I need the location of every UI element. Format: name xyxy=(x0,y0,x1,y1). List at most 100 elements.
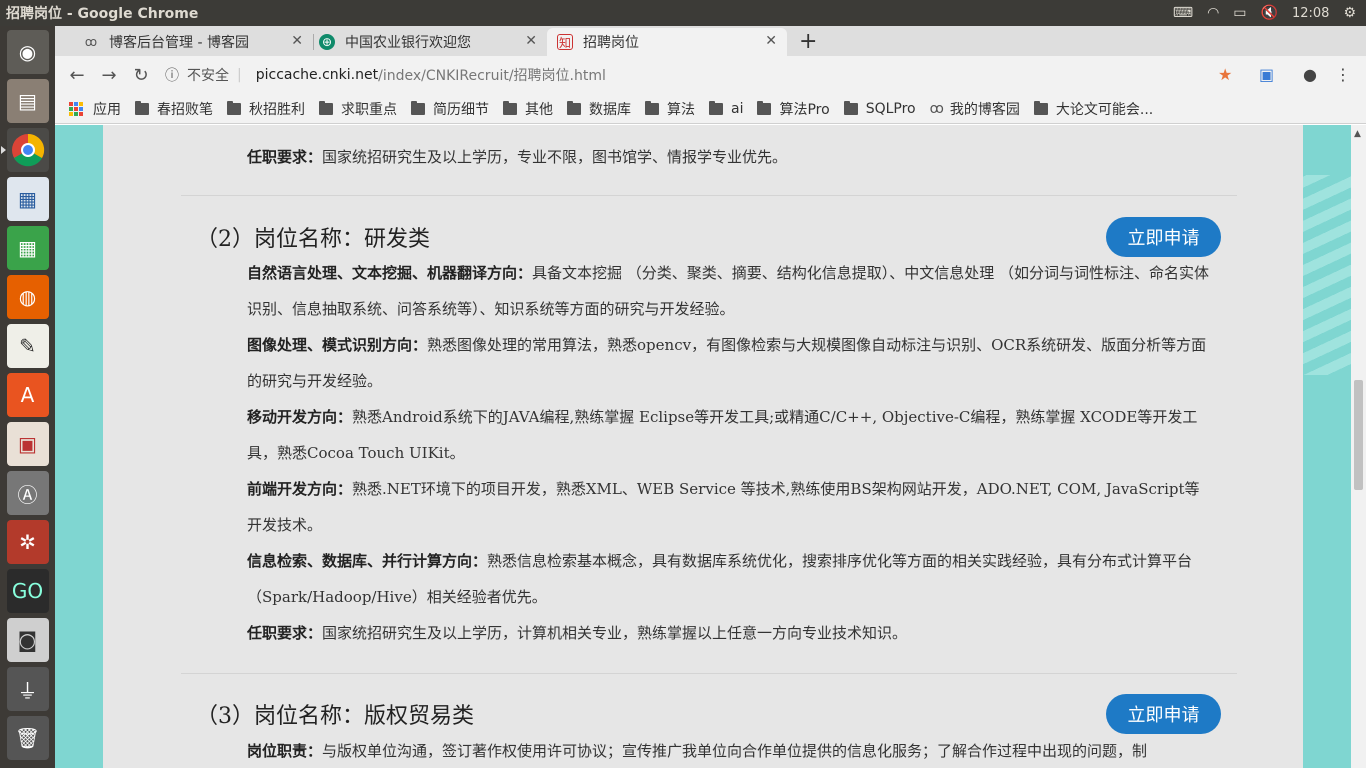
trash-icon[interactable]: 🗑 xyxy=(6,716,49,760)
close-icon[interactable]: ✕ xyxy=(765,33,777,49)
calc-icon[interactable]: ▦ xyxy=(6,226,49,270)
close-icon[interactable]: ✕ xyxy=(291,33,303,49)
updater-icon[interactable]: Ⓐ xyxy=(6,471,49,515)
bookmark-folder[interactable]: 简历细节 xyxy=(411,99,489,119)
wifi-icon[interactable]: ◠ xyxy=(1207,5,1219,21)
goland-icon[interactable]: GO xyxy=(6,569,49,613)
bookmark-folder[interactable]: 其他 xyxy=(503,99,553,119)
clock[interactable]: 12:08 xyxy=(1292,6,1329,21)
impress-icon[interactable]: ▣ xyxy=(6,422,49,466)
item-label: 图像处理、模式识别方向： xyxy=(247,336,428,354)
job-item-retrieval: 信息检索、数据库、并行计算方向：熟悉信息检索基本概念，具有数据库系统优化，搜索排… xyxy=(247,543,1212,615)
bookmark-label: 秋招胜利 xyxy=(249,101,305,118)
bookmark-star-icon[interactable]: ★ xyxy=(1218,65,1232,84)
bookmark-label: 我的博客园 xyxy=(949,101,1020,118)
abc-bank-icon: ⊕ xyxy=(319,34,335,50)
cnki-icon: 知 xyxy=(557,34,573,50)
security-indicator[interactable]: 不安全 xyxy=(187,65,229,85)
info-icon[interactable]: ⓘ xyxy=(165,65,179,85)
forward-arrow-icon[interactable]: → xyxy=(93,65,125,86)
scrollbar-thumb[interactable] xyxy=(1354,380,1363,490)
file-manager-icon[interactable]: ▤ xyxy=(6,79,49,123)
page-viewport: 任职要求：国家统招研究生及以上学历，专业不限，图书馆学、情报学专业优先。 （2）… xyxy=(55,125,1351,768)
cnblogs-icon: ꝏ xyxy=(929,100,944,117)
firefox-icon[interactable]: ◍ xyxy=(6,275,49,319)
window-title: 招聘岗位 - Google Chrome xyxy=(6,6,199,22)
apply-button-rd[interactable]: 立即申请 xyxy=(1106,217,1221,257)
browser-toolbar: ← → ↻ ⓘ 不安全 | piccache.cnki.net/index/CN… xyxy=(55,56,1366,94)
bookmark-folder[interactable]: 数据库 xyxy=(567,99,631,119)
bookmark-folder[interactable]: 大论文可能会... xyxy=(1033,99,1154,119)
software-center-icon[interactable]: A xyxy=(6,373,49,417)
back-arrow-icon[interactable]: ← xyxy=(61,65,93,86)
system-tray: ⌨ ◠ ▭ 🔇 12:08 ⚙ xyxy=(1173,5,1366,21)
job-item-image: 图像处理、模式识别方向：熟悉图像处理的常用算法，熟悉opencv，有图像检索与大… xyxy=(247,327,1212,399)
bookmark-label: 算法 xyxy=(667,101,695,118)
writer-icon[interactable]: ▦ xyxy=(6,177,49,221)
section-divider xyxy=(181,673,1237,674)
profile-avatar-icon[interactable]: ● xyxy=(1303,65,1317,84)
bookmark-cnblogs[interactable]: ꝏ 我的博客园 xyxy=(930,99,1020,119)
bookmark-folder[interactable]: 算法Pro xyxy=(757,99,830,119)
folder-icon xyxy=(757,100,772,115)
bookmark-folder[interactable]: SQLPro xyxy=(843,100,916,117)
bookmark-folder[interactable]: 春招败笔 xyxy=(135,99,213,119)
folder-icon xyxy=(319,100,333,115)
tab-abc-bank[interactable]: ⊕ 中国农业银行欢迎您 ✕ xyxy=(309,28,547,56)
unity-launcher: ◉ ▤ ▦ ▦ ◍ ✎ A ▣ Ⓐ ✲ GO ◙ ⏚ 🗑 xyxy=(0,26,55,768)
scroll-up-icon[interactable]: ▲ xyxy=(1354,129,1361,139)
tab-label: 中国农业银行欢迎您 xyxy=(345,35,471,51)
tab-cnblogs[interactable]: ꝏ 博客后台管理 - 博客园 ✕ xyxy=(73,28,313,56)
keyboard-icon[interactable]: ⌨ xyxy=(1173,5,1193,21)
folder-icon xyxy=(503,100,517,115)
extension-icon[interactable]: ▣ xyxy=(1259,65,1274,84)
folder-icon xyxy=(709,100,723,115)
settings-gear-icon[interactable]: ⚙ xyxy=(1343,5,1356,21)
page-scrollbar[interactable]: ▲ xyxy=(1351,125,1366,768)
item-label: 前端开发方向： xyxy=(247,480,353,498)
apps-grid-icon xyxy=(69,101,83,116)
folder-icon xyxy=(1033,100,1048,115)
screenshot-icon[interactable]: ◙ xyxy=(6,618,49,662)
item-label: 自然语言处理、文本挖掘、机器翻译方向： xyxy=(247,264,533,282)
item-text: 熟悉.NET环境下的项目开发，熟悉XML、WEB Service 等技术,熟练使… xyxy=(247,480,1200,534)
chrome-icon[interactable] xyxy=(0,128,49,172)
prev-requirement: 任职要求：国家统招研究生及以上学历，专业不限，图书馆学、情报学专业优先。 xyxy=(247,139,1212,175)
bookmark-label: ai xyxy=(731,100,744,117)
reload-icon[interactable]: ↻ xyxy=(125,65,157,86)
address-bar[interactable]: ⓘ 不安全 | piccache.cnki.net/index/CNKIRecr… xyxy=(165,61,1255,89)
volume-muted-icon[interactable]: 🔇 xyxy=(1261,5,1278,21)
tab-strip: ꝏ 博客后台管理 - 博客园 ✕ ⊕ 中国农业银行欢迎您 ✕ 知 招聘岗位 ✕ … xyxy=(55,26,1366,56)
requirement-text: 国家统招研究生及以上学历，专业不限，图书馆学、情报学专业优先。 xyxy=(322,148,788,166)
new-tab-button[interactable]: + xyxy=(799,29,817,54)
url-host: piccache.cnki.net xyxy=(255,67,379,83)
system-settings-icon[interactable]: ✲ xyxy=(6,520,49,564)
bookmark-label: 其他 xyxy=(525,101,553,118)
battery-icon[interactable]: ▭ xyxy=(1233,5,1246,21)
menu-kebab-icon[interactable]: ⋮ xyxy=(1335,65,1351,84)
item-text: 熟悉Android系统下的JAVA编程,熟练掌握 Eclipse等开发工具;或精… xyxy=(247,408,1198,462)
bookmark-label: 算法Pro xyxy=(779,101,830,118)
bookmark-label: 求职重点 xyxy=(341,101,397,118)
folder-icon xyxy=(645,100,659,115)
text-editor-icon[interactable]: ✎ xyxy=(6,324,49,368)
bookmarks-bar: 应用 春招败笔 秋招胜利 求职重点 简历细节 其他 数据库 算法 ai 算法Pr… xyxy=(55,94,1366,124)
usb-drive-icon[interactable]: ⏚ xyxy=(6,667,49,711)
bookmark-label: 简历细节 xyxy=(433,101,489,118)
cnblogs-icon: ꝏ xyxy=(84,35,98,49)
bookmark-label: 应用 xyxy=(93,101,121,118)
folder-icon xyxy=(227,100,241,115)
bookmark-apps[interactable]: 应用 xyxy=(69,99,121,119)
dash-icon[interactable]: ◉ xyxy=(6,30,49,74)
bookmark-label: 大论文可能会... xyxy=(1055,101,1154,118)
job-title-rd: （2）岗位名称：研发类 xyxy=(196,227,430,252)
tab-recruit-active[interactable]: 知 招聘岗位 ✕ xyxy=(547,28,787,56)
close-icon[interactable]: ✕ xyxy=(525,33,537,49)
bookmark-folder[interactable]: 秋招胜利 xyxy=(227,99,305,119)
apply-button-copyright[interactable]: 立即申请 xyxy=(1106,694,1221,734)
item-label: 信息检索、数据库、并行计算方向： xyxy=(247,552,488,570)
bookmark-folder[interactable]: ai xyxy=(709,100,744,117)
bookmark-folder[interactable]: 求职重点 xyxy=(319,99,397,119)
bookmark-label: 春招败笔 xyxy=(157,101,213,118)
bookmark-folder[interactable]: 算法 xyxy=(645,99,695,119)
